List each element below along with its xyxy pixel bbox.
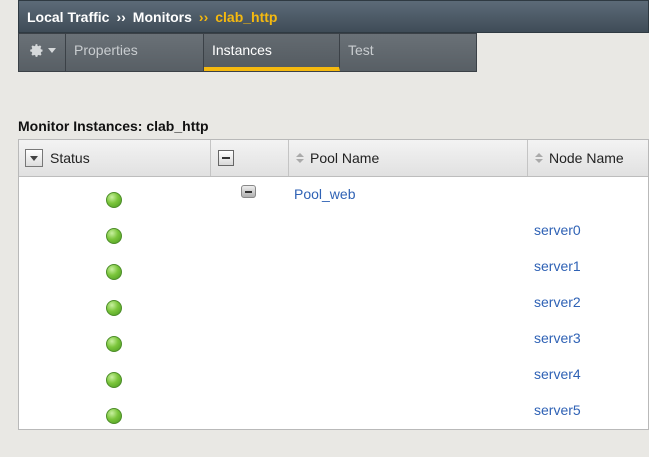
- status-available-icon: [106, 336, 122, 352]
- table-row: Pool_web: [19, 178, 648, 214]
- breadcrumb-separator: ››: [116, 8, 126, 25]
- column-label-status: Status: [50, 150, 90, 166]
- status-available-icon: [106, 372, 122, 388]
- column-label-pool-name: Pool Name: [310, 150, 380, 166]
- breadcrumb-separator: ››: [198, 8, 209, 25]
- column-header-pool-name[interactable]: Pool Name: [289, 140, 528, 176]
- breadcrumb-current: clab_http: [215, 8, 278, 25]
- pool-name-link[interactable]: Pool_web: [294, 186, 356, 202]
- collapse-icon[interactable]: [241, 185, 256, 198]
- column-label-node-name: Node Name: [549, 150, 624, 166]
- chevron-down-icon: [47, 48, 56, 53]
- gear-icon: [29, 44, 42, 57]
- tab-properties[interactable]: Properties: [66, 34, 204, 71]
- section-title: Monitor Instances: clab_http: [18, 118, 209, 134]
- column-header-node-name[interactable]: Node Name: [528, 140, 649, 176]
- node-name-link[interactable]: server5: [534, 402, 581, 418]
- column-header-select[interactable]: [211, 140, 289, 176]
- node-name-link[interactable]: server0: [534, 222, 581, 238]
- status-available-icon: [106, 300, 122, 316]
- status-available-icon: [106, 408, 122, 424]
- table-row: server0: [19, 214, 648, 250]
- table-row: server4: [19, 358, 648, 394]
- monitor-instances-table: Status Pool Name Node Name Pool_web serv…: [18, 139, 649, 430]
- node-name-link[interactable]: server3: [534, 330, 581, 346]
- node-name-link[interactable]: server4: [534, 366, 581, 382]
- collapse-all-icon[interactable]: [218, 150, 234, 166]
- node-name-link[interactable]: server2: [534, 294, 581, 310]
- column-header-status[interactable]: Status: [19, 140, 211, 176]
- sort-icon: [535, 153, 543, 163]
- status-available-icon: [106, 264, 122, 280]
- tab-bar: Properties Instances Test: [18, 33, 477, 72]
- tab-instances[interactable]: Instances: [204, 34, 340, 71]
- node-name-link[interactable]: server1: [534, 258, 581, 274]
- breadcrumb: Local Traffic ›› Monitors ›› clab_http: [18, 0, 649, 33]
- table-row: server2: [19, 286, 648, 322]
- sort-icon: [296, 153, 304, 163]
- breadcrumb-monitors[interactable]: Monitors: [133, 9, 192, 25]
- tab-test[interactable]: Test: [340, 34, 476, 71]
- status-available-icon: [106, 228, 122, 244]
- status-available-icon: [106, 192, 122, 208]
- sort-menu-icon[interactable]: [25, 149, 43, 167]
- breadcrumb-local-traffic[interactable]: Local Traffic: [27, 9, 109, 25]
- table-header: Status Pool Name Node Name: [19, 140, 648, 177]
- table-row: server1: [19, 250, 648, 286]
- table-row: server3: [19, 322, 648, 358]
- table-row: server5: [19, 394, 648, 430]
- tab-options-menu[interactable]: [19, 34, 66, 71]
